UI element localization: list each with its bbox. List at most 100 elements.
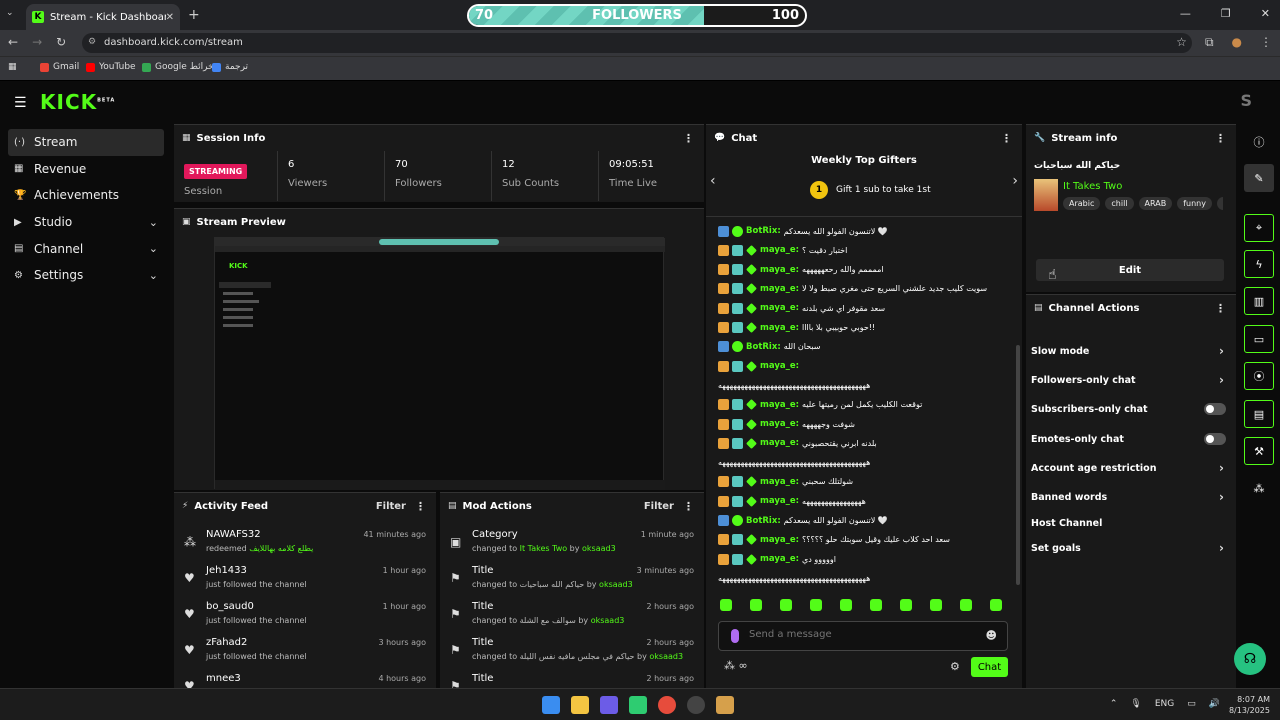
sidebar-item-channel[interactable]: ▤ Channel ⌄ xyxy=(8,235,164,262)
windows-start-icon[interactable] xyxy=(542,696,560,714)
item-user[interactable]: oksaad3 xyxy=(582,544,616,553)
avatar[interactable]: S xyxy=(1240,91,1252,110)
minimize-icon[interactable]: — xyxy=(1180,7,1191,20)
language-indicator[interactable]: ENG xyxy=(1155,699,1174,709)
tag-chip[interactable]: ARAB xyxy=(1138,197,1173,210)
forward-icon[interactable]: → xyxy=(32,35,42,49)
emote-icon[interactable] xyxy=(990,599,1002,611)
channel-action-account-age-restriction[interactable]: Account age restriction › xyxy=(1031,458,1228,478)
sidebar-item-stream[interactable]: (·) Stream xyxy=(8,129,164,156)
back-icon[interactable]: ← xyxy=(8,35,18,49)
chat-username[interactable]: BotRix: xyxy=(746,226,781,236)
edit-button[interactable]: Edit xyxy=(1036,259,1224,281)
extensions-icon[interactable]: ⧉ xyxy=(1205,35,1214,50)
mic-tray-icon[interactable]: 🎙 xyxy=(1130,699,1141,709)
maximize-icon[interactable]: ❐ xyxy=(1221,7,1231,20)
chat-username[interactable]: maya_e: xyxy=(760,400,799,410)
toggle-switch[interactable] xyxy=(1204,403,1226,415)
kick-logo[interactable]: KICKBETA xyxy=(40,90,115,114)
send-chat-button[interactable]: Chat xyxy=(971,657,1008,677)
tab-search-icon[interactable]: ⌄ xyxy=(6,8,14,18)
activity-icon[interactable]: ⁂ xyxy=(1244,474,1274,502)
chat-username[interactable]: maya_e: xyxy=(760,477,799,487)
new-tab-icon[interactable]: + xyxy=(188,7,200,23)
emote-icon[interactable] xyxy=(810,599,822,611)
obs-icon[interactable] xyxy=(687,696,705,714)
channel-action-followers-only-chat[interactable]: Followers-only chat › xyxy=(1031,370,1228,390)
sidebar-item-revenue[interactable]: ▦ Revenue xyxy=(8,156,164,183)
emote-icon[interactable] xyxy=(720,599,732,611)
more-options-icon[interactable]: ⋮ xyxy=(1215,132,1226,145)
chat-username[interactable]: maya_e: xyxy=(760,535,799,545)
item-user[interactable]: oksaad3 xyxy=(599,580,633,589)
pencil-icon[interactable]: ✎ xyxy=(1244,164,1274,192)
chrome-icon[interactable] xyxy=(658,696,676,714)
chat-username[interactable]: maya_e: xyxy=(760,496,799,506)
chevron-right-icon[interactable]: › xyxy=(1012,173,1018,189)
focus-icon[interactable]: ⌖ xyxy=(1244,214,1274,242)
chat-username[interactable]: maya_e: xyxy=(760,419,799,429)
emote-icon[interactable] xyxy=(870,599,882,611)
mic-icon[interactable] xyxy=(731,629,739,643)
sidebar-item-studio[interactable]: ▶ Studio ⌄ xyxy=(8,209,164,236)
stream-preview-video[interactable]: KICK xyxy=(214,237,665,490)
infinity-icon[interactable]: ⁂ ∞ xyxy=(724,659,748,672)
tag-chip[interactable]: chill xyxy=(1105,197,1134,210)
more-options-icon[interactable]: ⋮ xyxy=(415,500,426,513)
channel-action-subscribers-only-chat[interactable]: Subscribers-only chat xyxy=(1031,399,1228,419)
toggle-switch[interactable] xyxy=(1204,433,1226,445)
bookmark-translate[interactable]: ترجمة xyxy=(212,62,248,72)
channel-action-slow-mode[interactable]: Slow mode › xyxy=(1031,341,1228,361)
chat-username[interactable]: maya_e: xyxy=(760,245,799,255)
chat-username[interactable]: maya_e: xyxy=(760,438,799,448)
chat-username[interactable]: BotRix: xyxy=(746,342,781,352)
channel-action-host-channel[interactable]: Host Channel xyxy=(1031,513,1228,533)
more-options-icon[interactable]: ⋮ xyxy=(683,132,694,145)
emote-icon[interactable] xyxy=(750,599,762,611)
xbox-icon[interactable] xyxy=(629,696,647,714)
url-field[interactable]: ⚙ dashboard.kick.com/stream xyxy=(82,33,1192,53)
bookmark-star-icon[interactable]: ☆ xyxy=(1176,35,1187,50)
clipboard-icon[interactable]: ▥ xyxy=(1244,287,1274,315)
emote-icon[interactable] xyxy=(840,599,852,611)
emote-icon[interactable] xyxy=(960,599,972,611)
close-tab-icon[interactable]: ✕ xyxy=(166,12,174,23)
app-icon[interactable] xyxy=(716,696,734,714)
bookmark-youtube[interactable]: YouTube xyxy=(86,62,136,72)
chat-username[interactable]: maya_e: xyxy=(760,361,799,371)
volume-icon[interactable]: 🔊 xyxy=(1209,699,1220,709)
chat-username[interactable]: maya_e: xyxy=(760,265,799,275)
wrench-icon[interactable]: ⚒ xyxy=(1244,437,1274,465)
emote-icon[interactable] xyxy=(900,599,912,611)
discord-icon[interactable] xyxy=(600,696,618,714)
channel-action-banned-words[interactable]: Banned words › xyxy=(1031,487,1228,507)
chat-icon[interactable]: ▭ xyxy=(1244,325,1274,353)
emoji-icon[interactable]: ☻ xyxy=(986,629,997,642)
bookmark-gmail[interactable]: Gmail xyxy=(40,62,79,72)
file-explorer-icon[interactable] xyxy=(571,696,589,714)
chat-username[interactable]: maya_e: xyxy=(760,554,799,564)
emote-icon[interactable] xyxy=(930,599,942,611)
more-options-icon[interactable]: ⋮ xyxy=(1215,302,1226,315)
filter-button[interactable]: Filter xyxy=(644,501,674,512)
bolt-icon[interactable]: ϟ xyxy=(1244,250,1274,278)
taskbar-clock[interactable]: 8:07 AM 8/13/2025 xyxy=(1229,694,1270,716)
more-options-icon[interactable]: ⋮ xyxy=(1001,132,1012,145)
tag-chip[interactable]: ca xyxy=(1216,197,1223,210)
chat-scrollbar[interactable] xyxy=(1016,345,1020,585)
category-link[interactable]: It Takes Two xyxy=(1063,181,1122,192)
chat-input[interactable] xyxy=(749,629,969,640)
tag-chip[interactable]: Arabic xyxy=(1063,197,1101,210)
profile-icon[interactable]: ● xyxy=(1232,35,1242,50)
tag-chip[interactable]: funny xyxy=(1177,197,1212,210)
chat-username[interactable]: BotRix: xyxy=(746,516,781,526)
site-info-icon[interactable]: ⚙ xyxy=(88,37,96,47)
chat-username[interactable]: maya_e: xyxy=(760,323,799,333)
apps-grid-icon[interactable]: ▦ xyxy=(8,62,17,72)
tray-chevron-icon[interactable]: ⌃ xyxy=(1110,699,1118,709)
sidebar-item-achievements[interactable]: 🏆 Achievements xyxy=(8,182,164,209)
channel-action-emotes-only-chat[interactable]: Emotes-only chat xyxy=(1031,429,1228,449)
menu-icon[interactable]: ☰ xyxy=(14,95,27,111)
more-options-icon[interactable]: ⋮ xyxy=(683,500,694,513)
bookmark-maps[interactable]: Google خرائط xyxy=(142,62,214,72)
